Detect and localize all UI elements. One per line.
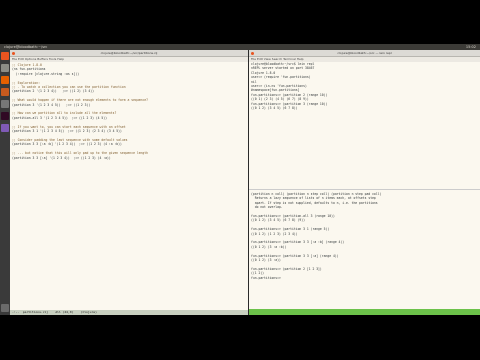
repl-bottom-pane[interactable]: (partition n coll) (partition n step col… [249, 191, 480, 305]
launcher [0, 50, 10, 315]
repl-output-top: clojure@bloodbath:~/src$ lein repl nREPL … [249, 61, 480, 111]
trash-icon[interactable] [1, 304, 9, 312]
emacs-titlebar[interactable]: clojure@bloodbath:~/src/partitions.clj [10, 50, 248, 57]
firefox-icon[interactable] [1, 76, 9, 84]
repl-output-bottom: (partition n coll) (partition n step col… [249, 191, 480, 281]
terminal-titlebar[interactable]: clojure@bloodbath:~/src — lein repl [249, 50, 480, 57]
emacs-title: clojure@bloodbath:~/src/partitions.clj [100, 51, 158, 55]
emacs-icon[interactable] [1, 124, 9, 132]
terminal-title: clojure@bloodbath:~/src — lein repl [337, 51, 392, 55]
letterbox-bottom [0, 315, 480, 360]
close-icon[interactable] [251, 51, 254, 55]
emacs-window[interactable]: clojure@bloodbath:~/src/partitions.clj F… [10, 50, 248, 315]
close-icon[interactable] [12, 51, 15, 55]
dash-icon[interactable] [1, 52, 9, 60]
settings-icon[interactable] [1, 100, 9, 108]
repl-line: ((0 1 2) (3 4 5) (6 7 8)) [251, 106, 298, 111]
letterbox-top [0, 0, 480, 44]
files-icon[interactable] [1, 64, 9, 72]
emacs-buffer[interactable]: ;; Clojure 1.8.0 (ns fun.partitions (:req… [10, 62, 248, 161]
terminal-window[interactable]: clojure@bloodbath:~/src — lein repl File… [249, 50, 480, 315]
software-center-icon[interactable] [1, 88, 9, 96]
repl-line: fun.partitions=> [251, 275, 283, 280]
terminal-icon[interactable] [1, 112, 9, 120]
code-line: (partition 3 3 [:a] '(1 2 3 4)) ;=> ((1 … [12, 155, 111, 160]
desktop-screen: clojure@bloodbath:~/src 15:02 clojure@bl… [0, 44, 480, 315]
repl-top-pane[interactable]: clojure@bloodbath:~/src$ lein repl nREPL … [249, 61, 480, 190]
